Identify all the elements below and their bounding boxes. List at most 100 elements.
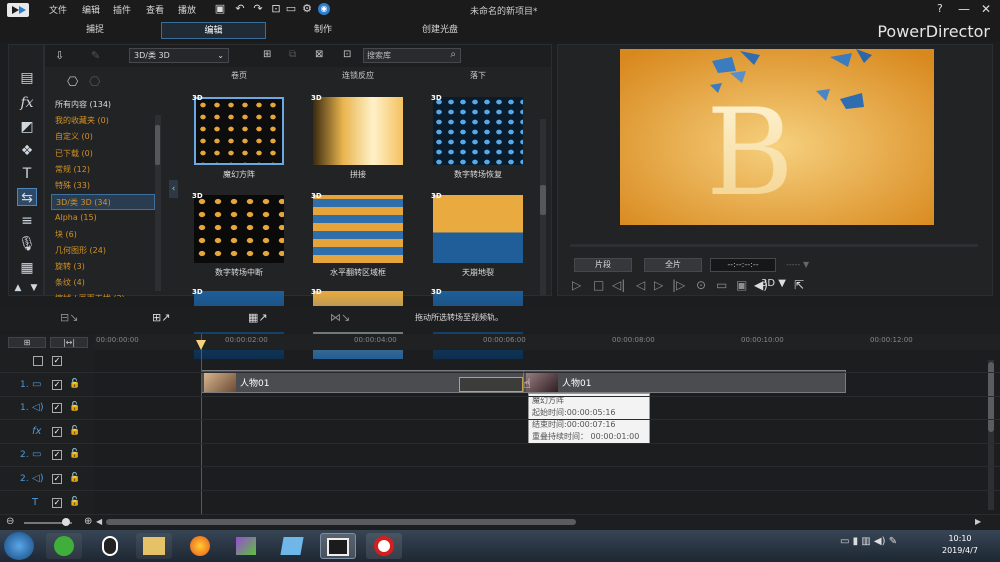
- track-manager-icon[interactable]: ⊞: [8, 337, 46, 348]
- timeline-track[interactable]: [0, 374, 1000, 397]
- category-item[interactable]: 已下载 (0): [51, 146, 155, 162]
- step-forward-icon[interactable]: ▷: [654, 278, 663, 292]
- fullscreen-icon[interactable]: ▣: [736, 278, 747, 292]
- zoom-out-icon[interactable]: ⊖: [6, 516, 14, 527]
- timeline-horizontal-scrollbar[interactable]: [106, 519, 576, 525]
- scroll-up-icon[interactable]: ▲: [11, 279, 25, 297]
- seek-bar[interactable]: [570, 244, 978, 247]
- timeline-track[interactable]: [0, 444, 1000, 468]
- scroll-right-icon[interactable]: ▶: [975, 517, 981, 526]
- taskbar-firefox-icon[interactable]: [182, 533, 218, 559]
- transition-thumbnail[interactable]: [313, 97, 403, 165]
- undo-icon[interactable]: ↶: [234, 3, 246, 15]
- category-item[interactable]: 我的收藏夹 (0): [51, 113, 155, 129]
- menu-edit[interactable]: 编辑: [82, 3, 100, 16]
- category-item[interactable]: Alpha (15): [51, 210, 155, 226]
- tab-create-disc[interactable]: 创建光盘: [405, 22, 475, 39]
- caption-icon[interactable]: ▭: [716, 278, 727, 292]
- timeline-track[interactable]: [0, 350, 1000, 373]
- aspect-ratio-icon[interactable]: ⊡: [270, 3, 282, 15]
- step-back-icon[interactable]: ◁: [636, 278, 645, 292]
- track-enable-checkbox[interactable]: ✓: [52, 474, 62, 484]
- movie-mode-button[interactable]: 全片: [644, 258, 702, 272]
- category-item[interactable]: 几何图形 (24): [51, 243, 155, 259]
- collapse-panel-button[interactable]: ‹: [169, 180, 178, 198]
- select-all-checkbox[interactable]: [33, 356, 43, 366]
- next-frame-icon[interactable]: |▷: [672, 278, 685, 292]
- taskbar-media-icon[interactable]: [228, 533, 264, 559]
- category-item[interactable]: 3D/类 3D (34): [51, 194, 155, 211]
- lock-icon[interactable]: 🔓: [69, 473, 80, 483]
- zoom-slider-handle[interactable]: [62, 518, 70, 526]
- menu-view[interactable]: 查看: [146, 3, 164, 16]
- category-item[interactable]: 所有内容 (134): [51, 97, 155, 113]
- track-enable-checkbox[interactable]: ✓: [52, 450, 62, 461]
- scroll-left-icon[interactable]: ◀: [96, 517, 102, 526]
- timeline-ruler[interactable]: 00:00:00:00 00:00:02:00 00:00:04:00 00:00:0…: [94, 334, 1000, 350]
- previous-frame-icon[interactable]: ◁|: [612, 278, 625, 292]
- track-enable-checkbox[interactable]: ✓: [52, 426, 62, 437]
- lock-icon[interactable]: 🔓: [69, 449, 80, 459]
- help-button[interactable]: ?: [937, 2, 943, 15]
- track-enable-checkbox[interactable]: ✓: [52, 403, 62, 414]
- transition-thumbnail[interactable]: [194, 195, 284, 263]
- track-enable-checkbox[interactable]: ✓: [52, 379, 62, 390]
- particle-room-icon[interactable]: ❖: [17, 142, 37, 160]
- menu-playback[interactable]: 播放: [178, 3, 196, 16]
- library-scroll-thumb[interactable]: [540, 185, 546, 215]
- grid-view-icon[interactable]: ⊡: [343, 49, 351, 60]
- menu-plugins[interactable]: 插件: [113, 3, 131, 16]
- taskbar-powerdirector-icon[interactable]: [320, 533, 356, 559]
- lock-icon[interactable]: 🔓: [69, 379, 80, 389]
- play-icon[interactable]: ▷: [572, 278, 581, 292]
- settings-icon[interactable]: ⚙: [301, 3, 313, 15]
- category-item[interactable]: 条纹 (4): [51, 275, 155, 291]
- menu-file[interactable]: 文件: [49, 3, 67, 16]
- title-room-icon[interactable]: T: [17, 165, 37, 183]
- transition-thumbnail[interactable]: [313, 195, 403, 263]
- taskbar-recorder-icon[interactable]: [366, 533, 402, 559]
- track-enable-checkbox[interactable]: ✓: [52, 497, 62, 508]
- category-item[interactable]: 自定义 (0): [51, 129, 155, 145]
- system-tray-icons[interactable]: ▭ ▮ ▥ ◀) ✎: [840, 536, 897, 547]
- taskbar-clock[interactable]: 10:10 2019/4/7: [942, 533, 978, 557]
- category-item[interactable]: 常规 (12): [51, 162, 155, 178]
- tab-capture[interactable]: 捕捉: [60, 22, 130, 39]
- search-input[interactable]: 搜索库 ⌕: [363, 48, 461, 63]
- quality-dropdown[interactable]: ----- ▼: [786, 260, 809, 269]
- category-item[interactable]: 块 (6): [51, 227, 155, 243]
- tab-produce[interactable]: 制作: [288, 22, 358, 39]
- monitor-icon[interactable]: ▭: [285, 3, 297, 15]
- timeline-track[interactable]: [0, 421, 1000, 444]
- lock-icon[interactable]: 🔓: [69, 402, 80, 412]
- taskbar-app-icon[interactable]: [274, 533, 310, 559]
- add-tag-icon[interactable]: ⎔: [67, 75, 78, 90]
- search-icon[interactable]: ⌕: [450, 48, 456, 61]
- clip-mode-button[interactable]: 片段: [574, 258, 632, 272]
- chapter-room-icon[interactable]: ▦: [17, 259, 37, 277]
- lock-icon[interactable]: 🔓: [69, 426, 80, 436]
- redo-icon[interactable]: ↷: [252, 3, 264, 15]
- timeline-track[interactable]: [0, 397, 1000, 421]
- snapshot-icon[interactable]: ⊙: [696, 278, 706, 292]
- import-icon[interactable]: ⇩: [55, 49, 64, 62]
- timeline-track[interactable]: [0, 468, 1000, 491]
- category-item[interactable]: 特殊 (33): [51, 178, 155, 194]
- undock-icon[interactable]: ⇱: [794, 278, 804, 292]
- category-dropdown[interactable]: 3D/类 3D ⌄: [129, 48, 229, 63]
- timeline-track[interactable]: [0, 492, 1000, 515]
- zoom-in-icon[interactable]: ⊕: [84, 516, 92, 527]
- fx-room-icon[interactable]: fx: [17, 94, 37, 112]
- upgrade-icon[interactable]: ◉: [318, 3, 330, 15]
- close-button[interactable]: ✕: [981, 2, 991, 16]
- start-button[interactable]: [4, 532, 34, 560]
- save-icon[interactable]: ▣: [214, 3, 226, 15]
- lock-icon[interactable]: 🔓: [69, 497, 80, 507]
- transition-thumbnail[interactable]: [194, 97, 284, 165]
- add-to-timeline-icon[interactable]: ⊞: [263, 49, 271, 60]
- view-mode-icon[interactable]: ⊠: [315, 49, 323, 60]
- stereo-dropdown[interactable]: 3D ▼: [761, 278, 786, 289]
- fit-timeline-icon[interactable]: |↔|: [50, 337, 88, 348]
- voice-over-icon[interactable]: 🎙: [17, 235, 37, 253]
- taskbar-explorer-icon[interactable]: [136, 533, 172, 559]
